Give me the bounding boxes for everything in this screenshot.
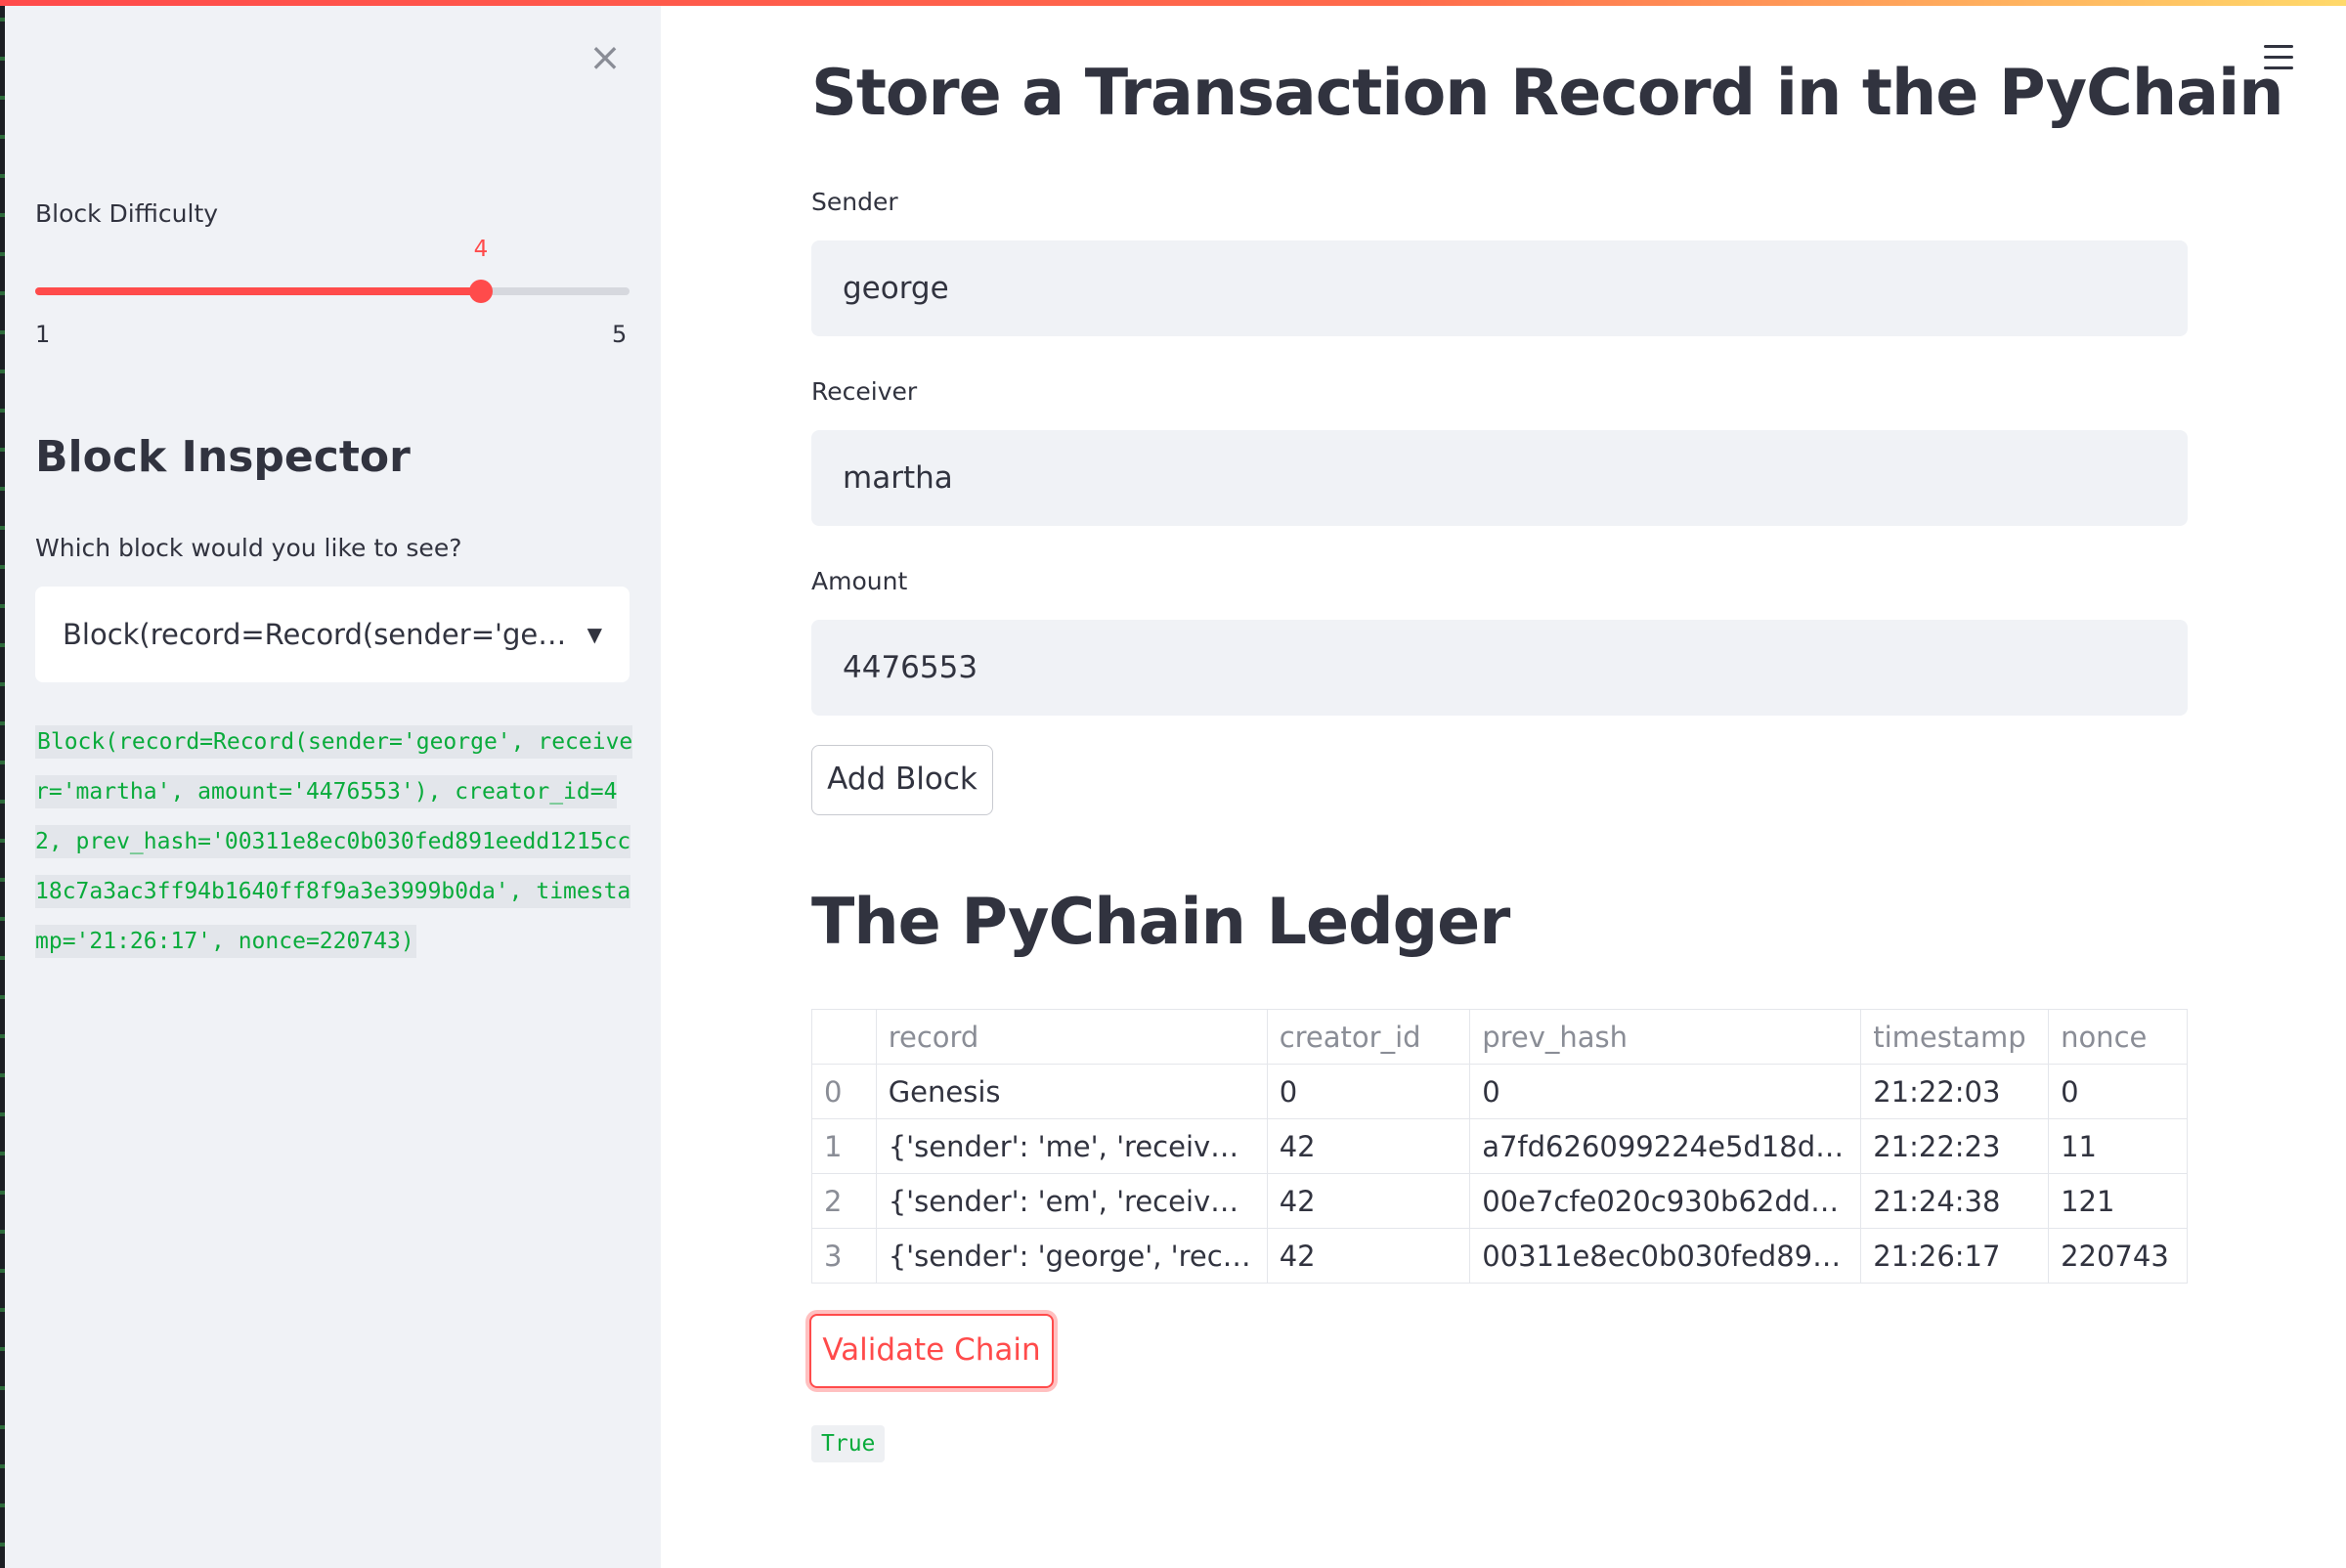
sidebar: × Block Difficulty 4 1 5 Block Inspector… [0,0,661,1568]
sender-input[interactable] [811,240,2188,336]
prev-hash-cell[interactable]: 0 [1469,1064,1862,1119]
timestamp-cell[interactable]: 21:24:38 [1860,1173,2050,1229]
amount-input[interactable] [811,620,2188,716]
table-header-row: record creator_id prev_hash timestamp no… [811,1009,2188,1065]
timestamp-cell[interactable]: 21:22:23 [1860,1118,2050,1174]
block-select-value: Block(record=Record(sender='george', rec… [63,618,571,651]
creator-id-cell[interactable]: 42 [1266,1173,1471,1229]
nonce-cell[interactable]: 121 [2048,1173,2188,1229]
row-index: 3 [811,1228,877,1284]
prev-hash-cell[interactable]: a7fd626099224e5d18d80f [1469,1118,1862,1174]
row-index: 2 [811,1173,877,1229]
block-difficulty-label: Block Difficulty [35,199,219,228]
block-difficulty-slider[interactable]: 4 [35,237,630,303]
nonce-cell[interactable]: 0 [2048,1064,2188,1119]
timestamp-cell[interactable]: 21:26:17 [1860,1228,2050,1284]
validation-result: True [811,1425,886,1462]
slider-max-label: 5 [612,321,628,348]
slider-min-label: 1 [35,321,51,348]
column-header-record[interactable]: record [875,1009,1268,1065]
validate-chain-button[interactable]: Validate Chain [809,1314,1054,1388]
receiver-input[interactable] [811,430,2188,526]
row-index: 1 [811,1118,877,1174]
close-icon[interactable]: × [585,37,626,78]
record-cell[interactable]: {'sender': 'me', 'receiver': 'you', 'amo… [875,1118,1268,1174]
column-header-prev-hash[interactable]: prev_hash [1469,1009,1862,1065]
table-row: 0 Genesis 0 0 21:22:03 0 [811,1064,2188,1119]
top-decoration-bar [0,0,2346,6]
slider-fill [35,287,481,295]
block-code-text: Block(record=Record(sender='george', rec… [35,725,633,958]
sender-label: Sender [811,188,898,216]
ledger-title: The PyChain Ledger [811,886,1510,959]
prev-hash-cell[interactable]: 00e7cfe020c930b62dd8ef [1469,1173,1862,1229]
block-select[interactable]: Block(record=Record(sender='george', rec… [35,587,630,682]
block-code-output: Block(record=Record(sender='george', rec… [35,718,633,967]
chevron-down-icon: ▼ [586,623,602,646]
nonce-cell[interactable]: 220743 [2048,1228,2188,1284]
receiver-label: Receiver [811,377,918,406]
creator-id-cell[interactable]: 42 [1266,1228,1471,1284]
record-cell[interactable]: {'sender': 'em', 'receiver': 'me', 'amou… [875,1173,1268,1229]
record-cell[interactable]: Genesis [875,1064,1268,1119]
nonce-cell[interactable]: 11 [2048,1118,2188,1174]
prev-hash-cell[interactable]: 00311e8ec0b030fed891eedd [1469,1228,1862,1284]
table-row: 1 {'sender': 'me', 'receiver': 'you', 'a… [811,1118,2188,1174]
column-header-nonce[interactable]: nonce [2048,1009,2188,1065]
block-inspector-heading: Block Inspector [35,432,411,482]
column-header-index[interactable] [811,1009,877,1065]
block-select-label: Which block would you like to see? [35,534,462,562]
row-index: 0 [811,1064,877,1119]
ledger-table: record creator_id prev_hash timestamp no… [811,1009,2188,1284]
slider-current-value: 4 [473,237,489,262]
amount-label: Amount [811,567,908,595]
column-header-timestamp[interactable]: timestamp [1860,1009,2050,1065]
table-row: 2 {'sender': 'em', 'receiver': 'me', 'am… [811,1173,2188,1229]
table-row: 3 {'sender': 'george', 'receiver': 'mart… [811,1228,2188,1284]
timestamp-cell[interactable]: 21:22:03 [1860,1064,2050,1119]
left-edge-strip [0,0,5,1568]
creator-id-cell[interactable]: 0 [1266,1064,1471,1119]
page-title: Store a Transaction Record in the PyChai… [811,57,2284,130]
record-cell[interactable]: {'sender': 'george', 'receiver': 'martha… [875,1228,1268,1284]
column-header-creator-id[interactable]: creator_id [1266,1009,1471,1065]
add-block-button[interactable]: Add Block [811,745,993,815]
slider-thumb[interactable] [469,280,493,303]
creator-id-cell[interactable]: 42 [1266,1118,1471,1174]
